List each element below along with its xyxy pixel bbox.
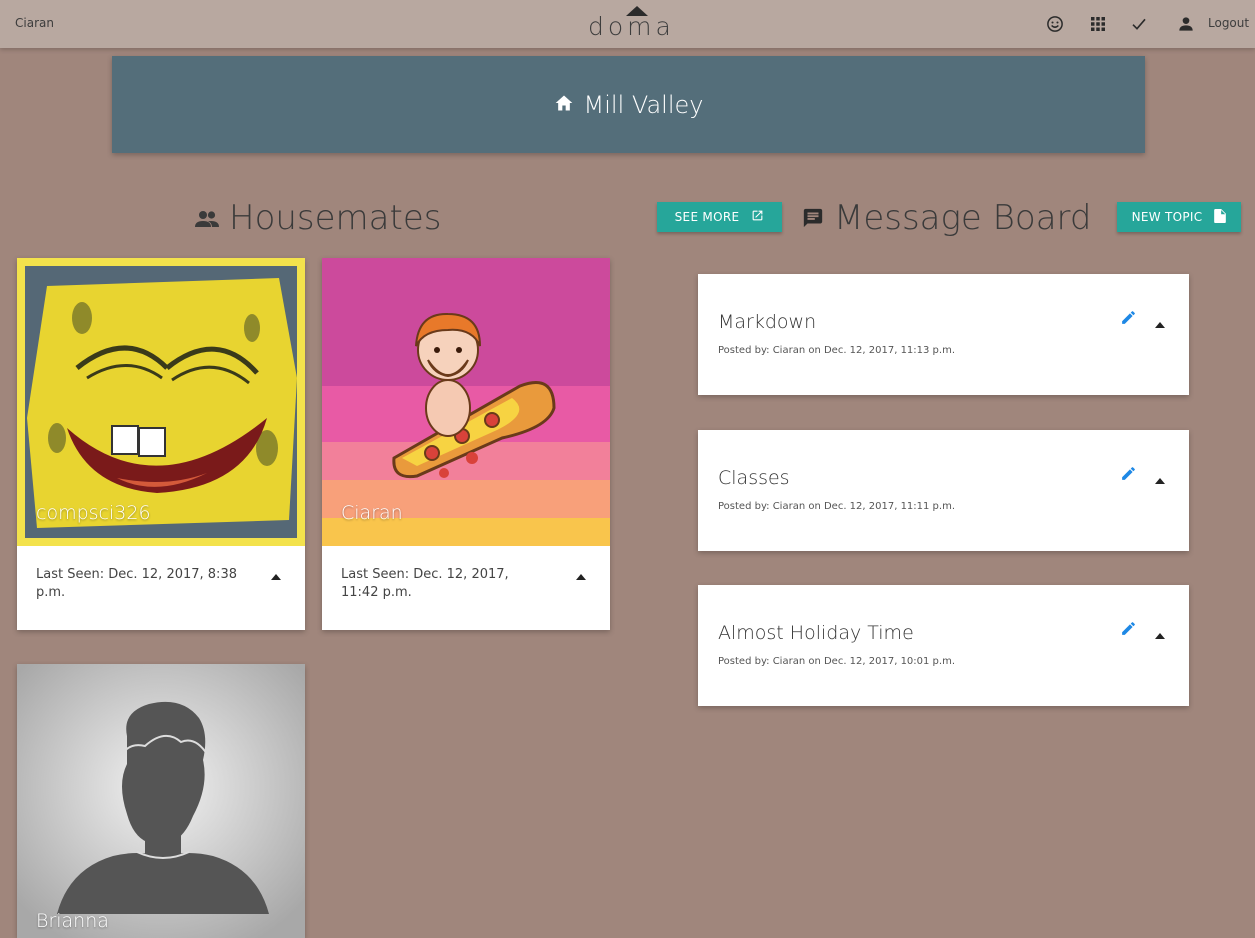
housemate-name: Brianna (36, 910, 109, 932)
house-name: Mill Valley (583, 90, 704, 119)
person-icon[interactable] (1178, 13, 1194, 35)
topic-title[interactable]: Almost Holiday Time (718, 622, 914, 644)
message-topic-card[interactable]: Almost Holiday Time Posted by: Ciaran on… (698, 585, 1189, 706)
chevron-up-icon[interactable] (1155, 469, 1165, 488)
chevron-up-icon[interactable] (576, 568, 586, 586)
housemate-avatar-image: Brianna (17, 664, 305, 938)
housemate-card: Ciaran Last Seen: Dec. 12, 2017, 11:42 p… (322, 258, 610, 630)
see-more-label: SEE MORE (674, 210, 740, 224)
edit-pencil-icon[interactable] (1120, 465, 1137, 486)
message-topic-card[interactable]: Classes Posted by: Ciaran on Dec. 12, 20… (698, 430, 1189, 551)
topic-title[interactable]: Markdown (718, 311, 816, 333)
logout-link[interactable]: Logout (1208, 16, 1249, 30)
chevron-up-icon[interactable] (1155, 624, 1165, 643)
message-board-heading: Message Board (802, 198, 1092, 238)
topic-meta: Posted by: Ciaran on Dec. 12, 2017, 10:0… (718, 656, 956, 667)
edit-pencil-icon[interactable] (1120, 309, 1137, 330)
chevron-up-icon[interactable] (271, 568, 281, 586)
housemate-last-seen: Last Seen: Dec. 12, 2017, 8:38 p.m. (36, 567, 237, 600)
housemate-avatar-image: compsci326 (17, 258, 305, 546)
new-topic-button[interactable]: NEW TOPIC (1117, 202, 1241, 232)
open-in-new-icon (751, 209, 764, 225)
topic-meta: Posted by: Ciaran on Dec. 12, 2017, 11:1… (718, 345, 956, 356)
top-navbar: Ciaran doma Logout (0, 0, 1255, 48)
topic-title[interactable]: Classes (718, 467, 790, 489)
housemate-name: compsci326 (36, 502, 151, 524)
chat-message-icon (802, 198, 824, 238)
house-banner: Mill Valley (112, 56, 1145, 153)
housemate-card: compsci326 Last Seen: Dec. 12, 2017, 8:3… (17, 258, 305, 630)
chevron-up-icon[interactable] (1155, 313, 1165, 332)
apps-grid-icon[interactable] (1090, 13, 1106, 35)
see-more-button[interactable]: SEE MORE (657, 202, 782, 232)
housemate-last-seen: Last Seen: Dec. 12, 2017, 11:42 p.m. (341, 567, 509, 600)
home-icon (554, 93, 574, 117)
brand-logo[interactable]: doma (588, 12, 675, 41)
nav-user-name[interactable]: Ciaran (15, 16, 54, 30)
housemate-avatar-image: Ciaran (322, 258, 610, 546)
edit-pencil-icon[interactable] (1120, 620, 1137, 641)
checkmark-icon[interactable] (1131, 13, 1147, 35)
housemates-heading: Housemates (195, 198, 441, 238)
new-topic-label: NEW TOPIC (1131, 210, 1203, 224)
message-board-title: Message Board (834, 198, 1092, 238)
document-icon (1214, 208, 1227, 226)
smiley-icon[interactable] (1046, 13, 1064, 35)
housemate-name: Ciaran (341, 502, 403, 524)
people-icon (195, 198, 219, 238)
housemates-title: Housemates (229, 198, 442, 238)
message-topic-card[interactable]: Markdown Posted by: Ciaran on Dec. 12, 2… (698, 274, 1189, 395)
housemate-card: Brianna (17, 664, 305, 938)
topic-meta: Posted by: Ciaran on Dec. 12, 2017, 11:1… (718, 501, 956, 512)
